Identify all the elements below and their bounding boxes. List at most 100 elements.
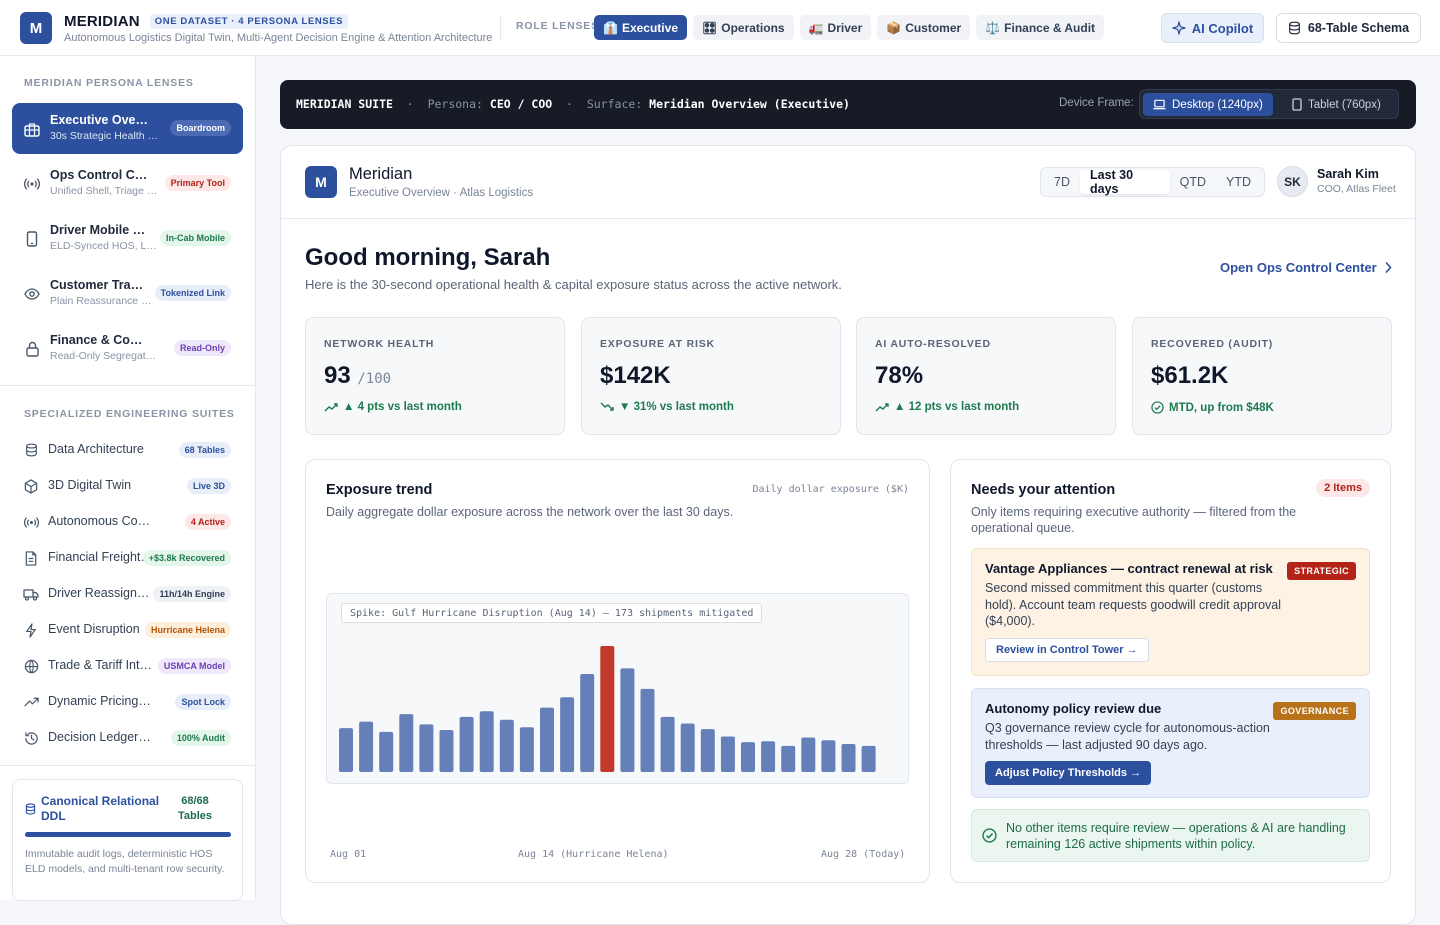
lens-driver[interactable]: 🚛 Driver	[799, 15, 872, 40]
exposure-bar[interactable]	[861, 745, 876, 772]
broadcast-icon	[22, 174, 42, 194]
exposure-title: Exposure trend	[326, 482, 433, 498]
sidebar-item-customer-tracking[interactable]: Customer Tracking Plain Reassurance Port…	[12, 268, 243, 319]
ai-copilot-button[interactable]: AI Copilot	[1161, 13, 1264, 43]
persona-subtitle: ELD-Synced HOS, Load Flow	[50, 240, 158, 252]
sidebar-item-control-tower[interactable]: Autonomous Control Tower 4 Active	[12, 504, 243, 540]
kpi-delta-text: ▼ 31% vs last month	[619, 401, 734, 413]
kpi-ai-auto-resolved[interactable]: AI AUTO-RESOLVED 78% ▲ 12 pts vs last mo…	[856, 317, 1116, 435]
exposure-bar[interactable]	[359, 721, 374, 772]
database-icon	[25, 803, 36, 815]
exposure-bar[interactable]	[720, 736, 735, 773]
avatar[interactable]: SK	[1277, 166, 1308, 197]
surface-label: Surface:	[586, 97, 643, 111]
open-ops-link[interactable]: Open Ops Control Center	[1220, 260, 1392, 275]
range-30d[interactable]: Last 30 days	[1079, 168, 1170, 196]
kpi-value: $142K	[600, 362, 671, 389]
sidebar-item-dynamic-pricing[interactable]: Dynamic Pricing & Bidding Spot Lock	[12, 684, 243, 720]
lens-emoji: 🎛	[702, 20, 718, 35]
suite-title: Decision Ledger & Audit	[48, 730, 154, 744]
exposure-bar[interactable]	[560, 697, 575, 772]
exposure-bar[interactable]	[660, 716, 675, 772]
sidebar-item-3d-digital-twin[interactable]: 3D Digital Twin Live 3D	[12, 468, 243, 504]
greeting-subtitle: Here is the 30-second operational health…	[305, 277, 842, 292]
panel-subtitle: Executive Overview · Atlas Logistics	[349, 187, 534, 199]
sidebar-item-ops-control[interactable]: Ops Control Center Unified Shell, Triage…	[12, 158, 243, 209]
device-frame-desktop-label: Desktop (1240px)	[1172, 98, 1263, 111]
exposure-bar[interactable]	[479, 711, 494, 772]
exposure-bar[interactable]	[519, 727, 534, 772]
exposure-bar[interactable]	[741, 742, 755, 772]
suite-title: Driver Reassignment	[48, 586, 154, 600]
range-7d[interactable]: 7D	[1044, 170, 1080, 194]
exposure-bar[interactable]	[821, 740, 836, 772]
exposure-bar[interactable]	[801, 737, 816, 773]
surface-value: Meridian Overview (Executive)	[649, 97, 850, 111]
lock-icon	[22, 339, 42, 359]
kpi-network-health[interactable]: NETWORK HEALTH 93 /100 ▲ 4 pts vs last m…	[305, 317, 565, 435]
app-logo[interactable]: M	[20, 12, 52, 44]
exposure-unit-note: Daily dollar exposure ($K)	[752, 484, 909, 495]
exposure-bar[interactable]	[379, 731, 394, 772]
lens-operations[interactable]: 🎛 Operations	[693, 15, 794, 40]
kpi-label: RECOVERED (AUDIT)	[1151, 338, 1274, 350]
lens-emoji: 🚛	[808, 20, 824, 35]
lens-finance-audit[interactable]: ⚖️ Finance & Audit	[976, 15, 1105, 40]
user-role: COO, Atlas Fleet	[1317, 183, 1396, 195]
adjust-policy-thresholds-button[interactable]: Adjust Policy Thresholds →	[985, 761, 1152, 785]
spike-bar[interactable]	[600, 646, 615, 772]
exposure-bar[interactable]	[459, 716, 474, 772]
exposure-bar[interactable]	[399, 714, 414, 772]
sidebar-item-trade-tariff[interactable]: Trade & Tariff Intelligence USMCA Model	[12, 648, 243, 684]
exposure-bar[interactable]	[680, 723, 695, 773]
device-frame-label: Device Frame:	[1059, 97, 1134, 109]
exposure-bar[interactable]	[580, 674, 595, 772]
exposure-bar[interactable]	[419, 724, 434, 772]
range-qtd[interactable]: QTD	[1170, 170, 1216, 194]
suite-badge: 100% Audit	[170, 730, 231, 746]
exposure-bar[interactable]	[640, 688, 655, 772]
exposure-bar[interactable]	[499, 719, 514, 772]
exposure-bar[interactable]	[781, 745, 796, 772]
ddl-card[interactable]: Canonical Relational DDL 68/68 Tables Im…	[12, 779, 243, 901]
suite-badge: 68 Tables	[178, 442, 231, 458]
exposure-bar[interactable]	[700, 729, 715, 772]
review-control-tower-button[interactable]: Review in Control Tower →	[985, 638, 1149, 662]
sidebar-item-finance-compliance[interactable]: Finance & Compliance Read-Only Segregati…	[12, 323, 243, 374]
range-ytd[interactable]: YTD	[1216, 170, 1261, 194]
suite-badge: USMCA Model	[157, 658, 231, 674]
exposure-bar[interactable]	[620, 668, 635, 772]
schema-button[interactable]: 68-Table Schema	[1276, 13, 1421, 43]
exposure-bar[interactable]	[540, 707, 554, 772]
sidebar-item-freight-audit[interactable]: Financial Freight Audit +$3.8k Recovered	[12, 540, 243, 576]
divider	[0, 765, 256, 766]
kpi-recovered-audit[interactable]: RECOVERED (AUDIT) $61.2K MTD, up from $4…	[1132, 317, 1392, 435]
exposure-bar[interactable]	[841, 744, 856, 772]
sidebar-item-decision-ledger[interactable]: Decision Ledger & Audit 100% Audit	[12, 720, 243, 756]
kpi-delta-text: ▲ 4 pts vs last month	[343, 401, 462, 413]
lens-executive[interactable]: 👔 Executive	[594, 15, 687, 40]
exposure-bar[interactable]	[439, 730, 454, 772]
user-name: Sarah Kim	[1317, 167, 1379, 181]
exposure-bar[interactable]	[339, 728, 353, 772]
device-frame-desktop[interactable]: Desktop (1240px)	[1143, 93, 1273, 116]
sidebar-item-event-disruption[interactable]: Event Disruption Hurricane Helena	[12, 612, 243, 648]
suite-title: Trade & Tariff Intelligence	[48, 658, 154, 672]
sidebar-item-driver-reassignment[interactable]: Driver Reassignment 11h/14h Engine	[12, 576, 243, 612]
sidebar-item-data-architecture[interactable]: Data Architecture 68 Tables	[12, 432, 243, 468]
lens-customer[interactable]: 📦 Customer	[877, 15, 971, 40]
sidebar-item-executive[interactable]: Executive Overview 30s Strategic Health …	[12, 103, 243, 154]
sidebar-item-driver-mobile[interactable]: Driver Mobile Shell ELD-Synced HOS, Load…	[12, 213, 243, 264]
suite-title: Data Architecture	[48, 442, 144, 456]
suite-badge: 4 Active	[184, 514, 231, 530]
broadcast-icon	[22, 513, 40, 531]
persona-title: Finance & Compliance	[50, 333, 150, 347]
kpi-exposure-at-risk[interactable]: EXPOSURE AT RISK $142K ▼ 31% vs last mon…	[581, 317, 841, 435]
kpi-delta-text: MTD, up from $48K	[1169, 401, 1274, 414]
open-ops-label: Open Ops Control Center	[1220, 260, 1377, 275]
device-frame-tablet[interactable]: Tablet (760px)	[1282, 93, 1391, 116]
exposure-bar[interactable]	[761, 741, 776, 772]
persona-badge: In-Cab Mobile	[160, 230, 231, 246]
role-lenses-label: ROLE LENSES:	[516, 20, 604, 32]
top-bar: M MERIDIAN ONE DATASET · 4 PERSONA LENSE…	[0, 0, 1440, 56]
